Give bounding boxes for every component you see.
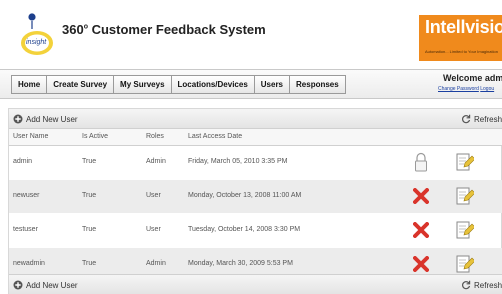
nav-tab-my-surveys[interactable]: My Surveys [113, 75, 172, 94]
add-icon [13, 280, 23, 290]
add-new-user-label: Add New User [26, 280, 78, 290]
app-title-text: Customer Feedback System [87, 22, 266, 37]
cell-last-access-date: Tuesday, October 14, 2008 3:30 PM [188, 226, 301, 233]
table-row[interactable]: newuser True User Monday, October 13, 20… [9, 180, 502, 213]
add-icon [13, 114, 23, 124]
delete-icon[interactable] [410, 185, 432, 207]
refresh-label: Refresh [474, 114, 502, 124]
add-new-user-label: Add New User [26, 114, 78, 124]
cell-is-active: True [82, 226, 97, 233]
nav-tab-home[interactable]: Home [11, 75, 48, 94]
table-row[interactable]: admin True Admin Friday, March 05, 2010 … [9, 146, 502, 179]
cell-user-name: admin [13, 158, 33, 165]
add-new-user-button-top[interactable]: Add New User [13, 112, 78, 126]
logout-link[interactable]: Logou [480, 86, 494, 92]
edit-icon[interactable] [454, 253, 476, 275]
change-password-link[interactable]: Change Password [438, 86, 479, 92]
logo-text: insight [26, 39, 47, 46]
cell-last-access-date: Friday, March 05, 2010 3:35 PM [188, 158, 288, 165]
cell-role: User [146, 226, 161, 233]
column-header-user-name[interactable]: User Name [13, 133, 48, 140]
cell-user-name: testuser [13, 226, 38, 233]
cell-user-name: newadmin [13, 260, 45, 267]
delete-icon[interactable] [410, 219, 432, 241]
app-title-number: 360 [62, 22, 84, 37]
brand-tagline: Automation... Limited to Your Imaginatio… [425, 49, 498, 54]
column-header-roles[interactable]: Roles [146, 133, 164, 140]
user-links: Change Password Logou [438, 86, 494, 92]
add-new-user-button-bottom[interactable]: Add New User [13, 278, 78, 292]
cell-is-active: True [82, 158, 97, 165]
refresh-button-bottom[interactable]: Refresh [461, 278, 502, 292]
cell-role: User [146, 192, 161, 199]
cell-role: Admin [146, 158, 166, 165]
column-header-is-active[interactable]: Is Active [82, 133, 108, 140]
refresh-icon [461, 280, 471, 290]
nav-tab-create-survey[interactable]: Create Survey [46, 75, 115, 94]
cell-last-access-date: Monday, October 13, 2008 11:00 AM [188, 192, 302, 199]
intellvisions-logo: Intellvisions Automation... Limited to Y… [419, 15, 502, 61]
app-header: insight 360o Customer Feedback System In… [0, 0, 502, 66]
main-nav: Home Create Survey My Surveys Locations/… [11, 75, 346, 94]
app-title: 360o Customer Feedback System [62, 22, 266, 37]
cell-is-active: True [82, 192, 97, 199]
nav-tab-responses[interactable]: Responses [289, 75, 346, 94]
edit-icon[interactable] [454, 185, 476, 207]
table-row[interactable]: testuser True User Tuesday, October 14, … [9, 214, 502, 247]
welcome-text: Welcome admi [443, 73, 502, 83]
refresh-label: Refresh [474, 280, 502, 290]
nav-tab-locations-devices[interactable]: Locations/Devices [170, 75, 255, 94]
lock-icon [410, 151, 432, 173]
brand-name: Intellvisions [425, 17, 502, 37]
column-header-last-access-date[interactable]: Last Access Date [188, 133, 242, 140]
grid-top-toolbar: Add New User Refresh [9, 109, 502, 129]
users-grid: Add New User Refresh User Name Is Active… [8, 108, 502, 294]
grid-column-headers: User Name Is Active Roles Last Access Da… [9, 129, 502, 146]
delete-icon[interactable] [410, 253, 432, 275]
cell-role: Admin [146, 260, 166, 267]
nav-tab-users[interactable]: Users [253, 75, 291, 94]
edit-icon[interactable] [454, 219, 476, 241]
main-nav-bar: Home Create Survey My Surveys Locations/… [0, 69, 502, 99]
refresh-icon [461, 114, 471, 124]
insight-logo: insight [18, 12, 56, 56]
grid-bottom-toolbar: Add New User Refresh [9, 274, 502, 294]
cell-last-access-date: Monday, March 30, 2009 5:53 PM [188, 260, 293, 267]
cell-is-active: True [82, 260, 97, 267]
refresh-button-top[interactable]: Refresh [461, 112, 502, 126]
edit-icon[interactable] [454, 151, 476, 173]
cell-user-name: newuser [13, 192, 40, 199]
